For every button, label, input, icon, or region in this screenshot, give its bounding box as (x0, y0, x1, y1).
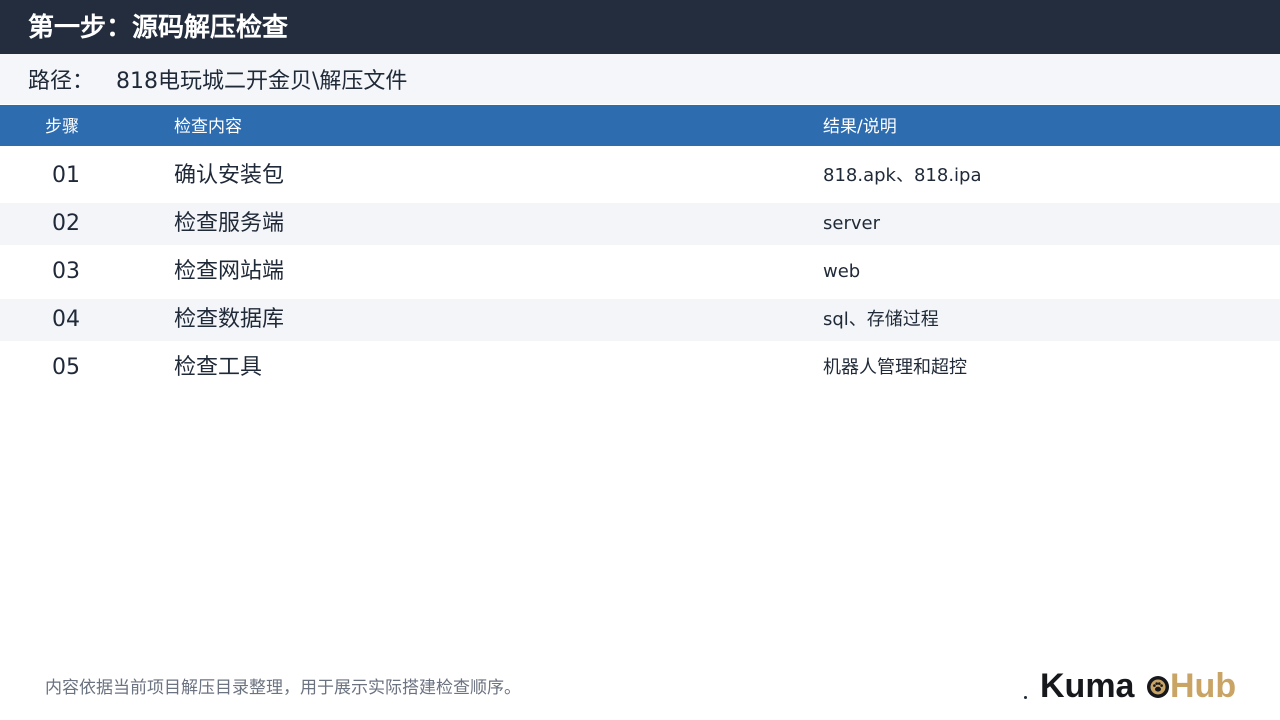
check-item: 确认安装包 (174, 163, 285, 188)
check-result: 机器人管理和超控 (823, 357, 967, 378)
logo-text-hub: Hub (1170, 667, 1237, 705)
check-result: sql、存储过程 (823, 309, 939, 330)
column-header-step: 步骤 (45, 117, 79, 137)
check-item: 检查网站端 (174, 259, 285, 284)
check-result: 818.apk、818.ipa (823, 165, 982, 186)
step-number: 03 (52, 259, 80, 284)
step-number: 04 (52, 307, 80, 332)
check-item: 检查工具 (174, 355, 263, 380)
check-result: web (823, 261, 861, 282)
logo-text-kuma: Kuma (1040, 667, 1135, 705)
step-number: 01 (52, 163, 80, 188)
path-value: 818电玩城二开金贝\解压文件 (116, 69, 408, 94)
column-header-item: 检查内容 (174, 117, 242, 137)
path-label: 路径： (28, 69, 95, 94)
kumahub-logo: Kuma Hub (1024, 664, 1254, 708)
check-item: 检查服务端 (174, 211, 285, 236)
page-title: 第一步：源码解压检查 (28, 13, 289, 43)
column-header-result: 结果/说明 (823, 117, 897, 137)
footnote: 内容依据当前项目解压目录整理，用于展示实际搭建检查顺序。 (45, 678, 521, 698)
paw-icon (1147, 676, 1169, 698)
check-item: 检查数据库 (174, 307, 285, 332)
step-number: 02 (52, 211, 80, 236)
logo-dot (1024, 696, 1027, 699)
step-number: 05 (52, 355, 80, 380)
check-result: server (823, 213, 880, 234)
path-line: 路径： 818电玩城二开金贝\解压文件 (28, 68, 407, 96)
